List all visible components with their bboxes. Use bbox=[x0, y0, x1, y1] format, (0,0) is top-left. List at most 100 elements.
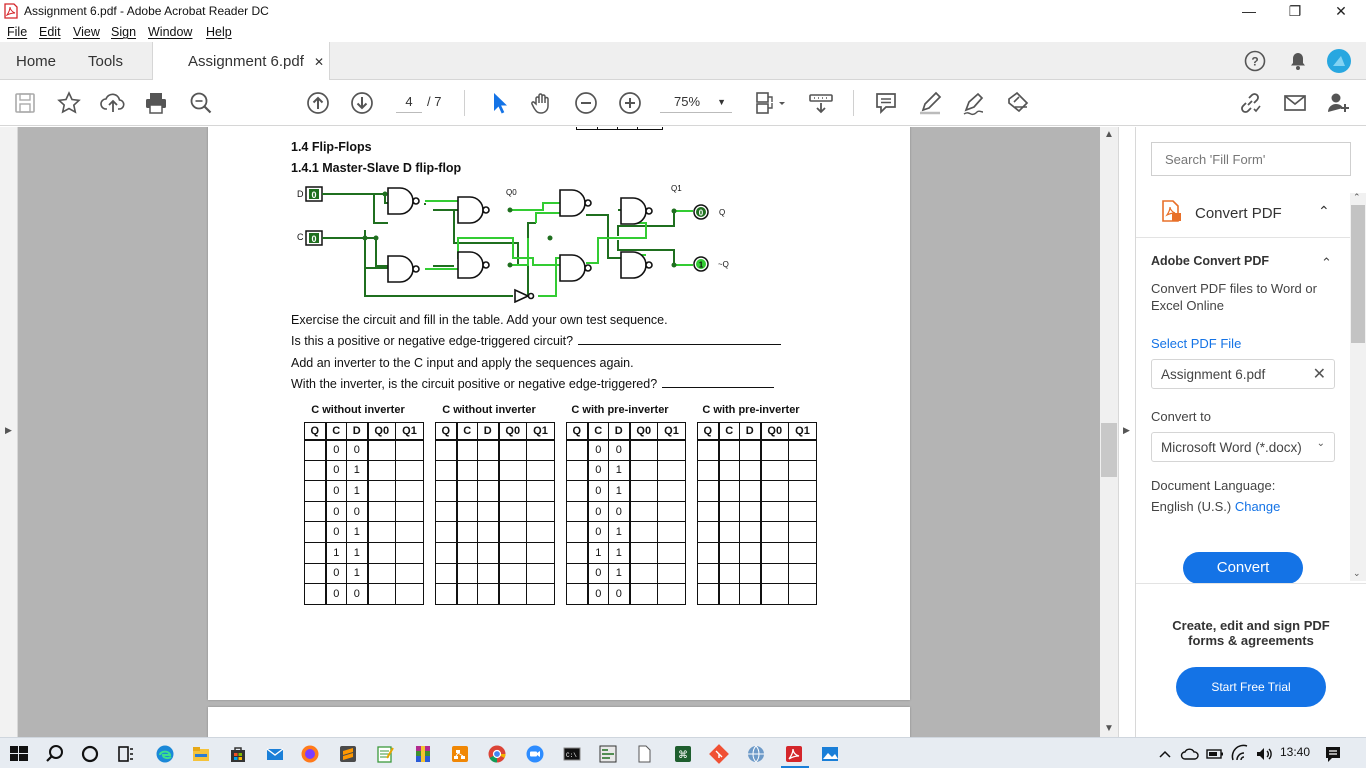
table-cell[interactable] bbox=[566, 439, 589, 461]
table-cell[interactable] bbox=[456, 541, 478, 564]
notification-bell-icon[interactable] bbox=[1288, 51, 1308, 71]
table-cell[interactable] bbox=[304, 562, 327, 585]
table-cell[interactable]: 1 bbox=[587, 541, 609, 564]
table-cell[interactable] bbox=[718, 541, 740, 564]
page-down-icon[interactable] bbox=[349, 90, 375, 116]
table-cell[interactable] bbox=[435, 541, 458, 564]
table-cell[interactable]: 1 bbox=[346, 521, 369, 543]
table-cell[interactable]: 0 bbox=[587, 500, 609, 523]
table-cell[interactable] bbox=[435, 480, 458, 502]
table-cell[interactable] bbox=[526, 480, 555, 502]
table-cell[interactable]: 0 bbox=[325, 439, 347, 461]
hand-icon[interactable] bbox=[529, 90, 555, 116]
table-cell[interactable] bbox=[788, 562, 817, 585]
fill-sign-icon[interactable] bbox=[1005, 90, 1031, 116]
table-cell[interactable]: 0 bbox=[587, 439, 609, 461]
table-cell[interactable]: 0 bbox=[325, 562, 347, 585]
table-cell[interactable] bbox=[395, 439, 424, 461]
minimize-button[interactable]: — bbox=[1226, 0, 1272, 22]
table-cell[interactable] bbox=[718, 500, 740, 523]
table-cell[interactable]: 0 bbox=[346, 500, 369, 523]
table-cell[interactable] bbox=[760, 500, 789, 523]
table-cell[interactable] bbox=[739, 439, 762, 461]
table-cell[interactable] bbox=[435, 439, 458, 461]
close-tab-icon[interactable]: ✕ bbox=[314, 55, 324, 69]
table-cell[interactable] bbox=[498, 562, 527, 585]
chevron-up-icon[interactable]: ⌃ bbox=[1318, 203, 1330, 220]
table-cell[interactable] bbox=[304, 541, 327, 564]
document-scrollbar[interactable]: ▲ ▼ bbox=[1100, 127, 1118, 737]
table-cell[interactable]: 0 bbox=[325, 583, 347, 605]
table-cell[interactable]: 0 bbox=[325, 500, 347, 523]
table-cell[interactable] bbox=[395, 459, 424, 482]
action-center-icon[interactable] bbox=[1323, 744, 1343, 764]
table-cell[interactable] bbox=[697, 583, 720, 605]
menu-edit[interactable]: Edit bbox=[39, 25, 61, 39]
table-cell[interactable] bbox=[566, 541, 589, 564]
table-cell[interactable] bbox=[760, 459, 789, 482]
table-cell[interactable] bbox=[760, 583, 789, 605]
table-cell[interactable]: 0 bbox=[587, 521, 609, 543]
right-panel-toggle[interactable]: ▶ bbox=[1118, 127, 1136, 737]
tab-document[interactable]: Assignment 6.pdf ✕ bbox=[152, 42, 330, 80]
table-cell[interactable]: 0 bbox=[608, 500, 631, 523]
notepad-icon[interactable] bbox=[375, 744, 395, 764]
git-icon[interactable] bbox=[709, 744, 729, 764]
table-cell[interactable] bbox=[697, 459, 720, 482]
table-cell[interactable] bbox=[718, 439, 740, 461]
table-cell[interactable] bbox=[760, 562, 789, 585]
menu-view[interactable]: View bbox=[73, 25, 100, 39]
chevron-up-icon[interactable] bbox=[1158, 744, 1172, 764]
table-cell[interactable] bbox=[498, 583, 527, 605]
table-cell[interactable] bbox=[477, 480, 500, 502]
table-cell[interactable]: 0 bbox=[587, 562, 609, 585]
table-cell[interactable] bbox=[739, 480, 762, 502]
menu-sign[interactable]: Sign bbox=[111, 25, 136, 39]
table-cell[interactable] bbox=[435, 500, 458, 523]
table-cell[interactable] bbox=[526, 500, 555, 523]
table-cell[interactable] bbox=[435, 562, 458, 585]
table-cell[interactable] bbox=[788, 500, 817, 523]
document-viewport[interactable]: 1.4 Flip-Flops 1.4.1 Master-Slave D flip… bbox=[18, 127, 1100, 737]
scroll-down-icon[interactable]: ⌄ bbox=[1353, 568, 1361, 579]
table-cell[interactable] bbox=[498, 521, 527, 543]
table-cell[interactable] bbox=[566, 583, 589, 605]
select-cursor-icon[interactable] bbox=[486, 90, 512, 116]
table-cell[interactable]: 0 bbox=[608, 583, 631, 605]
table-cell[interactable] bbox=[760, 521, 789, 543]
save-icon[interactable] bbox=[12, 90, 38, 116]
firefox-icon[interactable] bbox=[300, 744, 320, 764]
table-cell[interactable] bbox=[304, 439, 327, 461]
search-icon[interactable] bbox=[45, 744, 65, 764]
table-cell[interactable] bbox=[739, 521, 762, 543]
table-cell[interactable] bbox=[526, 583, 555, 605]
table-cell[interactable] bbox=[367, 459, 396, 482]
table-cell[interactable] bbox=[697, 521, 720, 543]
table-cell[interactable] bbox=[304, 459, 327, 482]
menu-help[interactable]: Help bbox=[206, 25, 232, 39]
table-cell[interactable] bbox=[456, 521, 478, 543]
table-cell[interactable] bbox=[367, 521, 396, 543]
table-cell[interactable] bbox=[456, 583, 478, 605]
table-cell[interactable] bbox=[498, 480, 527, 502]
table-cell[interactable] bbox=[697, 439, 720, 461]
restore-button[interactable]: ❐ bbox=[1272, 0, 1318, 22]
table-cell[interactable] bbox=[456, 459, 478, 482]
tab-home[interactable]: Home bbox=[16, 53, 56, 70]
table-cell[interactable] bbox=[367, 500, 396, 523]
cortana-icon[interactable] bbox=[80, 744, 100, 764]
table-cell[interactable] bbox=[657, 439, 686, 461]
left-panel-toggle[interactable]: ▶ bbox=[0, 127, 18, 737]
table-cell[interactable]: 1 bbox=[346, 459, 369, 482]
table-cell[interactable] bbox=[629, 459, 658, 482]
table-cell[interactable] bbox=[760, 480, 789, 502]
menu-file[interactable]: File bbox=[7, 25, 27, 39]
table-cell[interactable]: 0 bbox=[346, 439, 369, 461]
sublime-icon[interactable] bbox=[338, 744, 358, 764]
table-cell[interactable] bbox=[657, 480, 686, 502]
table-cell[interactable] bbox=[395, 500, 424, 523]
convert-pdf-header[interactable]: Convert PDF ⌃ bbox=[1151, 193, 1341, 229]
table-cell[interactable] bbox=[739, 459, 762, 482]
table-cell[interactable] bbox=[629, 521, 658, 543]
table-cell[interactable] bbox=[477, 541, 500, 564]
